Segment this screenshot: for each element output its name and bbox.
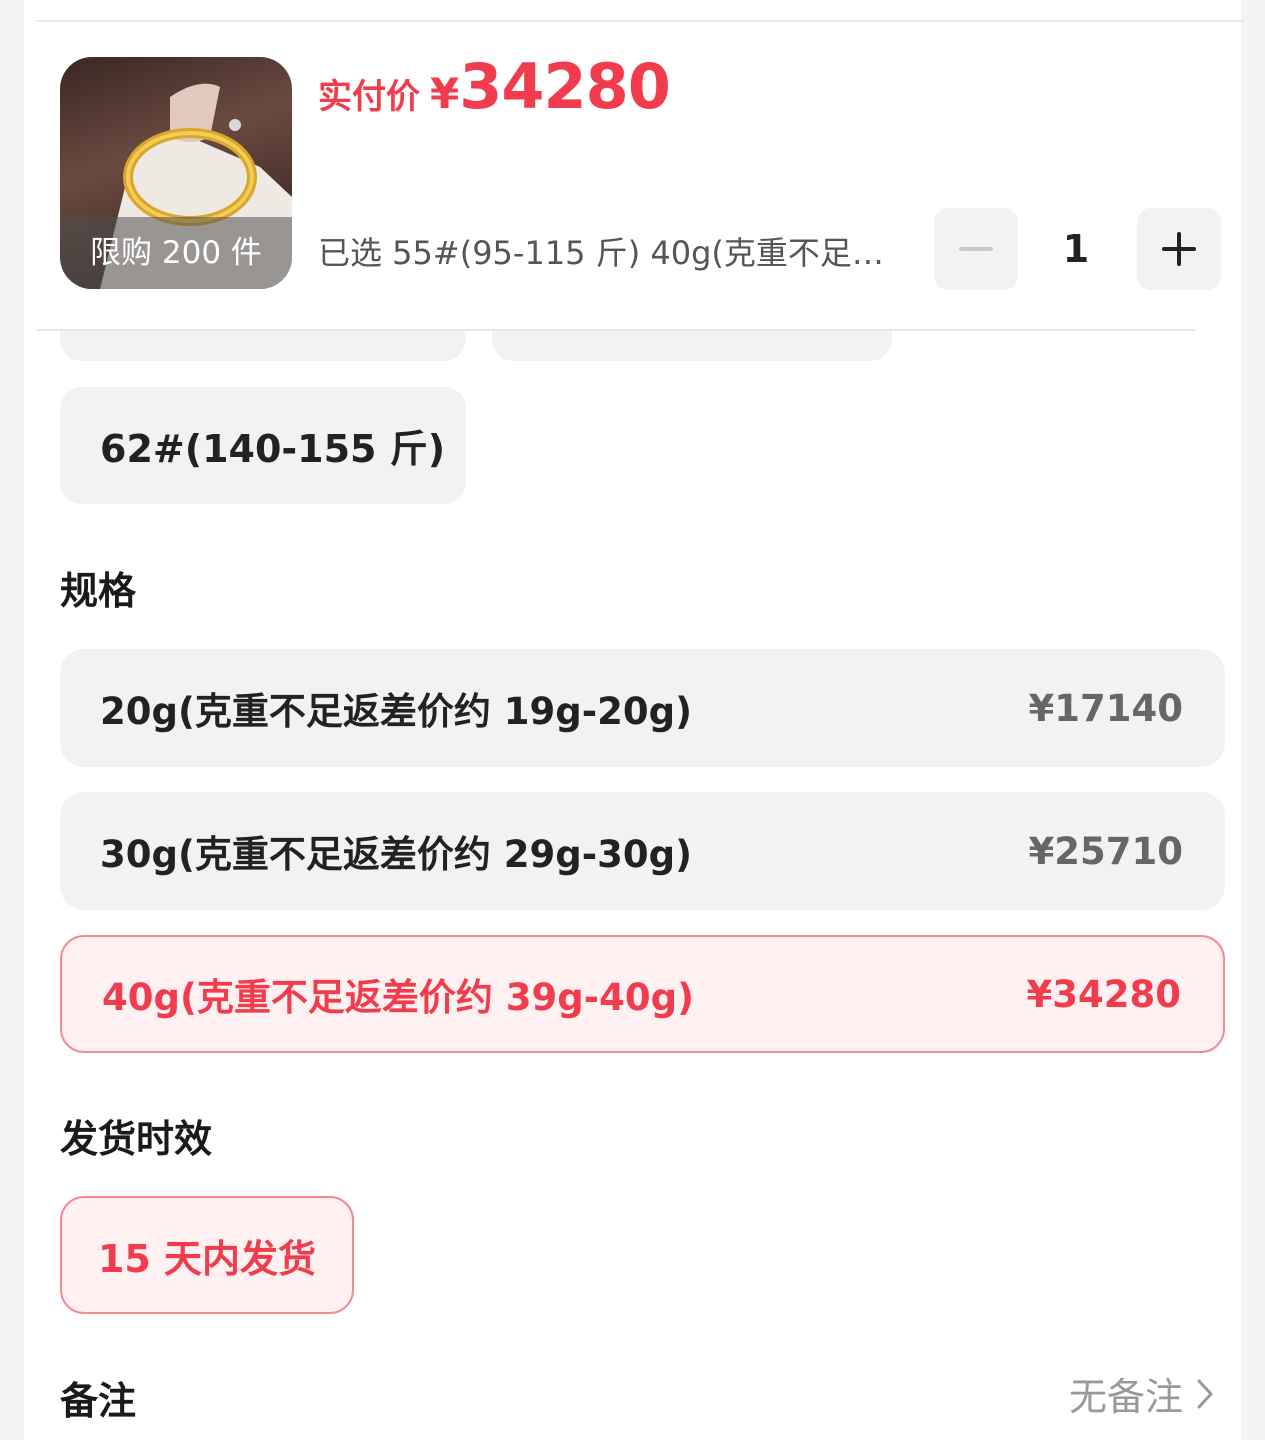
spec-option-price: ¥25710 bbox=[1028, 829, 1183, 873]
plus-icon bbox=[1162, 232, 1196, 266]
price-value: 34280 bbox=[459, 50, 671, 123]
shipping-option-15-days[interactable]: 15 天内发货 bbox=[60, 1196, 354, 1314]
spec-option-label: 40g(克重不足返差价约 39g-40g) bbox=[102, 976, 694, 1019]
purchase-limit-badge: 限购 200 件 bbox=[60, 217, 292, 289]
spec-option-label: 30g(克重不足返差价约 29g-30g) bbox=[100, 833, 692, 876]
spec-option-40g-selected[interactable]: 40g(克重不足返差价约 39g-40g) ¥34280 bbox=[60, 935, 1225, 1053]
price-currency: ¥ bbox=[430, 69, 460, 118]
quantity-value[interactable]: 1 bbox=[1036, 218, 1116, 280]
spec-option-price: ¥17140 bbox=[1028, 686, 1183, 730]
remark-entry[interactable]: 无备注 bbox=[1069, 1366, 1213, 1421]
header-divider bbox=[36, 329, 1196, 331]
size-chip-partial[interactable] bbox=[492, 331, 892, 361]
remark-section-title: 备注 bbox=[60, 1379, 137, 1423]
shipping-section-title: 发货时效 bbox=[60, 1117, 213, 1161]
chevron-right-icon bbox=[1197, 1379, 1213, 1408]
selected-variant-summary: 已选 55#(95-115 斤) 40g(克重不足返差价约39g-40g) bbox=[318, 234, 898, 272]
price-label: 实付价 bbox=[318, 77, 420, 117]
size-chip-partial[interactable] bbox=[60, 331, 466, 361]
decrease-quantity-button[interactable] bbox=[934, 208, 1018, 290]
spec-option-label: 20g(克重不足返差价约 19g-20g) bbox=[100, 690, 692, 733]
spec-section-title: 规格 bbox=[60, 569, 137, 613]
spec-option-price: ¥34280 bbox=[1026, 972, 1181, 1016]
spec-option-30g[interactable]: 30g(克重不足返差价约 29g-30g) ¥25710 bbox=[60, 792, 1225, 910]
product-thumbnail[interactable]: 限购 200 件 bbox=[60, 57, 292, 289]
spec-option-20g[interactable]: 20g(克重不足返差价约 19g-20g) ¥17140 bbox=[60, 649, 1225, 767]
increase-quantity-button[interactable] bbox=[1137, 208, 1221, 290]
remark-value: 无备注 bbox=[1068, 1375, 1183, 1419]
paid-price: 实付价 ¥ 34280 bbox=[318, 50, 671, 123]
size-chip-62[interactable]: 62#(140-155 斤) bbox=[60, 387, 466, 504]
minus-icon bbox=[959, 247, 993, 251]
